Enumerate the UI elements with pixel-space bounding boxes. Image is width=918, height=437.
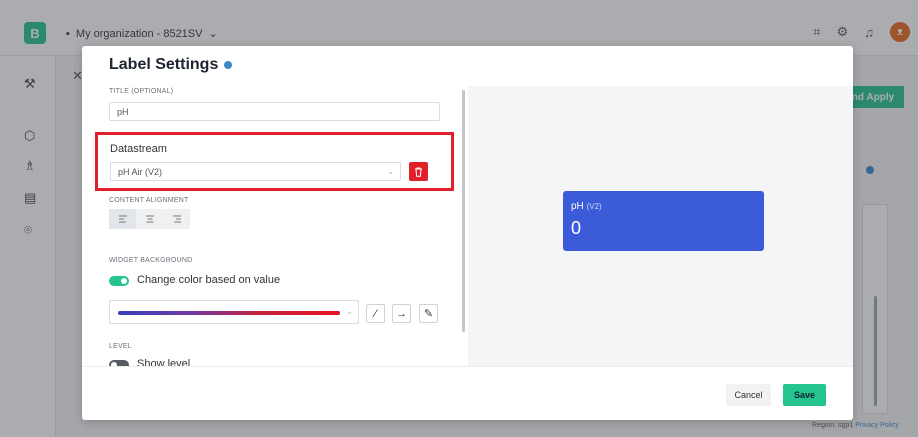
arrow-right-icon: → — [396, 307, 407, 320]
datastream-select[interactable]: pH Air (V2) ⌄ — [110, 162, 401, 181]
edit-button[interactable]: ✎ — [419, 304, 438, 323]
color-by-value-toggle[interactable] — [109, 276, 129, 286]
cancel-button[interactable]: Cancel — [726, 384, 771, 406]
align-left-icon — [118, 215, 127, 223]
edit-slash-button[interactable]: ⁄ — [366, 304, 385, 323]
align-center-icon — [145, 215, 154, 223]
level-label: LEVEL — [109, 343, 132, 350]
widget-title-text: pH — [571, 201, 584, 212]
slash-icon: ⁄ — [374, 307, 377, 320]
datastream-label: Datastream — [110, 143, 167, 155]
widget-pin: (V2) — [586, 202, 602, 211]
title-field-label: TITLE (OPTIONAL) — [109, 88, 174, 95]
color-by-value-label: Change color based on value — [137, 274, 281, 286]
align-center-button[interactable] — [136, 209, 163, 229]
gradient-preview — [118, 311, 340, 315]
gradient-select[interactable]: ⌄ — [109, 300, 359, 324]
widget-background-label: WIDGET BACKGROUND — [109, 257, 193, 264]
label-widget-preview: pH (V2) 0 — [563, 191, 764, 251]
label-settings-modal: Label Settings TITLE (OPTIONAL) pH Datas… — [82, 46, 853, 420]
modal-title: Label Settings — [109, 56, 233, 74]
widget-title: pH (V2) — [571, 201, 756, 212]
delete-datastream-button[interactable] — [409, 162, 428, 181]
datastream-value: pH Air (V2) — [118, 167, 163, 177]
widget-preview-area: pH (V2) 0 — [468, 86, 853, 366]
modal-footer: Cancel Save — [82, 366, 853, 420]
alignment-buttons — [109, 209, 190, 229]
arrow-button[interactable]: → — [392, 304, 411, 323]
widget-value: 0 — [571, 218, 582, 238]
trash-icon — [415, 167, 422, 177]
pencil-icon: ✎ — [423, 308, 434, 320]
align-right-icon — [172, 215, 181, 223]
align-right-button[interactable] — [163, 209, 190, 229]
content-alignment-label: CONTENT ALIGNMENT — [109, 197, 189, 204]
settings-pane: Label Settings TITLE (OPTIONAL) pH Datas… — [82, 46, 468, 366]
show-level-label: Show level — [137, 358, 191, 366]
modal-title-text: Label Settings — [109, 56, 219, 73]
align-left-button[interactable] — [109, 209, 136, 229]
chevron-down-icon: ⌄ — [346, 307, 353, 316]
save-button[interactable]: Save — [783, 384, 826, 406]
title-input[interactable]: pH — [109, 102, 440, 121]
datastream-section: Datastream pH Air (V2) ⌄ — [95, 132, 454, 191]
chevron-down-icon: ⌄ — [387, 167, 394, 176]
info-icon[interactable] — [224, 61, 233, 69]
scrollbar[interactable] — [462, 90, 465, 332]
